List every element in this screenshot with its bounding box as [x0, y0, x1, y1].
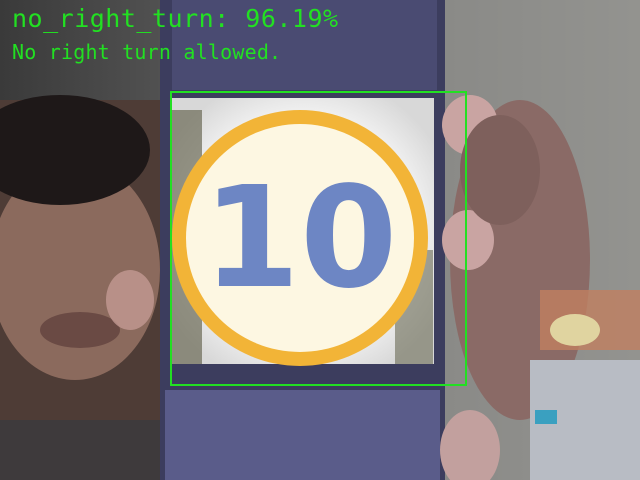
background-objects [530, 290, 640, 480]
detection-description: No right turn allowed. [12, 40, 282, 64]
detection-label: no_right_turn: 96.19% [12, 4, 339, 33]
detection-bounding-box [170, 91, 467, 386]
person-silhouette [0, 95, 170, 480]
